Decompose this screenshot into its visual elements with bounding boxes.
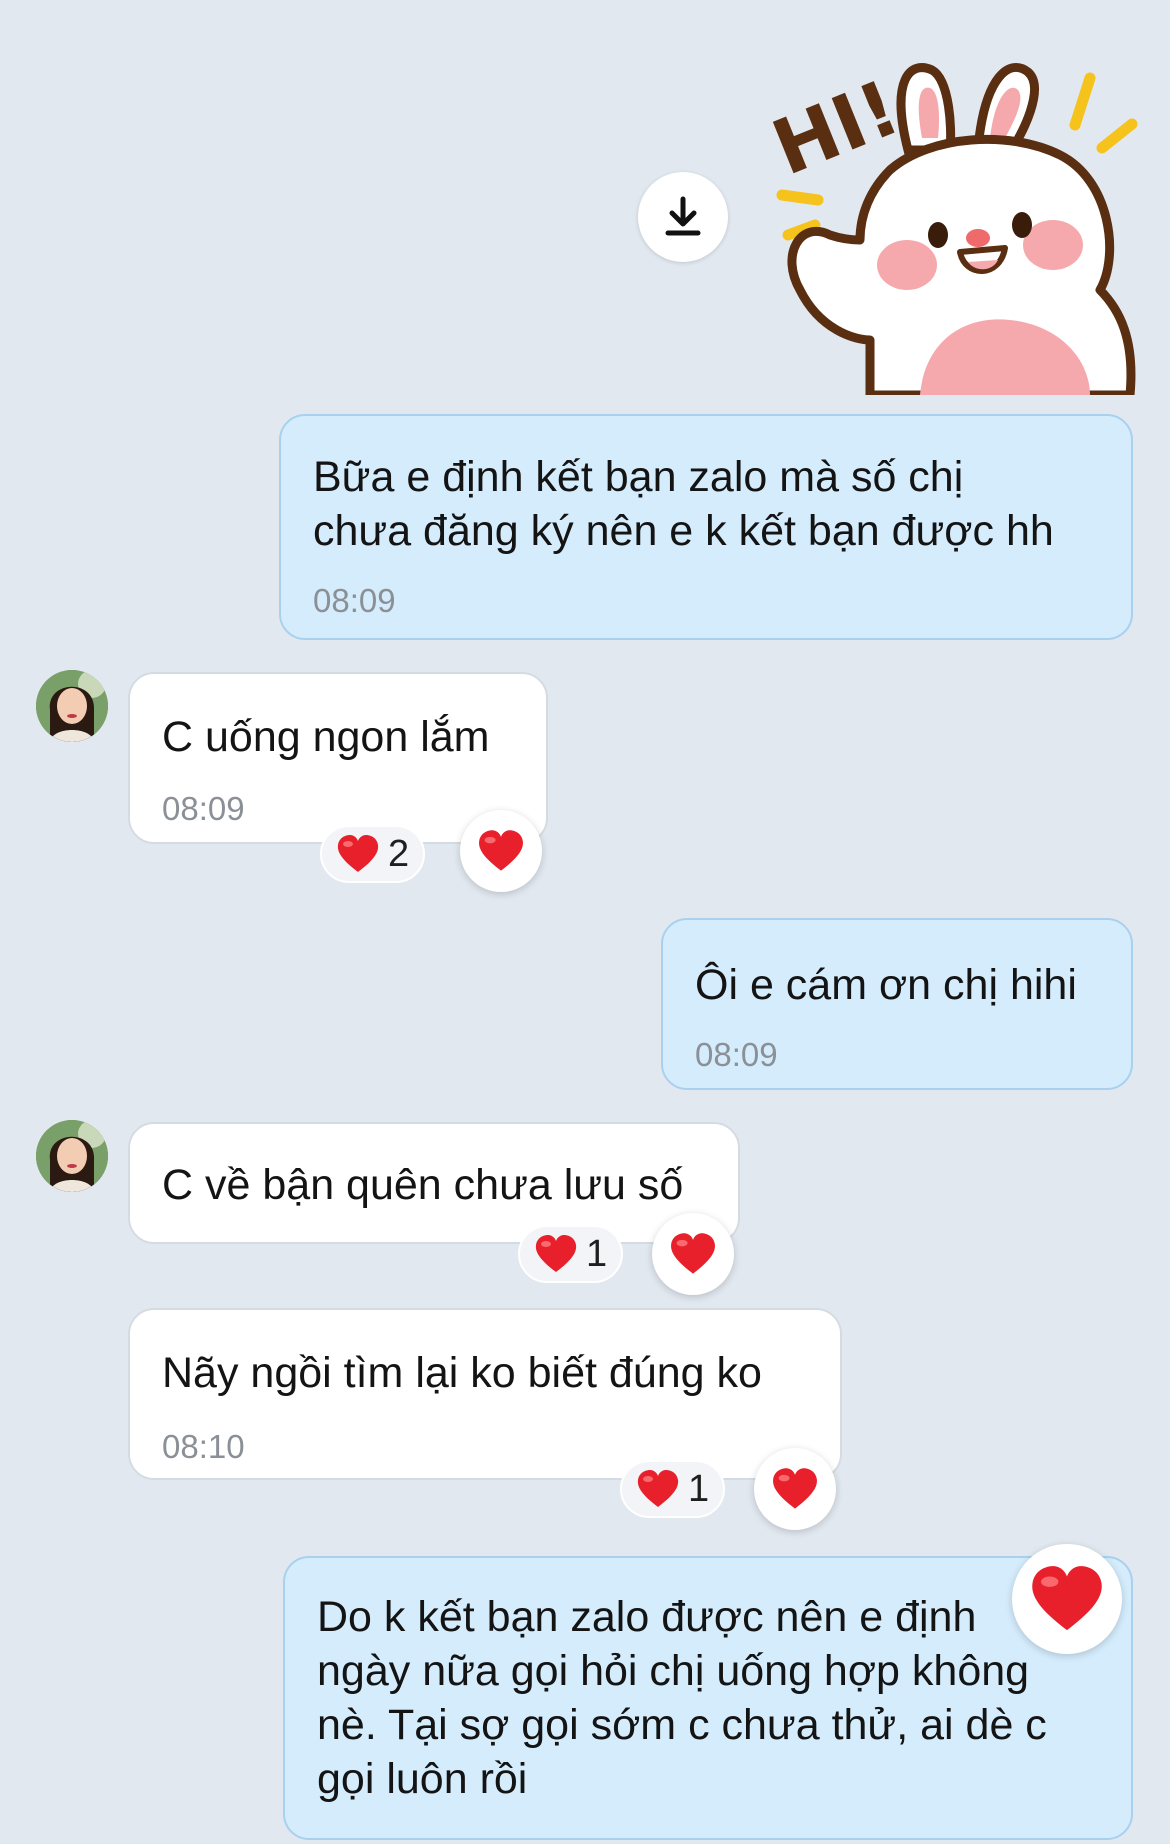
message-text: Nãy ngồi tìm lại ko biết đúng ko [162, 1349, 762, 1397]
message-time: 08:10 [162, 1428, 245, 1465]
message-bubble-outgoing[interactable]: Bữa e định kết bạn zalo mà số chị chưa đ… [279, 414, 1133, 640]
reaction-count: 1 [586, 1232, 608, 1275]
message-text: C về bận quên chưa lưu số [162, 1161, 684, 1209]
heart-icon [534, 1234, 578, 1274]
heart-icon [336, 834, 380, 874]
message-time: 08:09 [162, 790, 245, 827]
heart-icon [636, 1469, 680, 1509]
reaction-summary[interactable]: 2 [320, 825, 426, 883]
avatar[interactable] [36, 670, 108, 742]
reaction-count: 1 [688, 1467, 710, 1510]
message-text: Ôi e cám ơn chị hihi [695, 961, 1077, 1009]
message-bubble-outgoing[interactable]: Ôi e cám ơn chị hihi 08:09 [661, 918, 1133, 1090]
message-text: Do k kết bạn zalo được nên e định ngày n… [317, 1593, 1047, 1803]
reaction-summary[interactable]: 1 [620, 1460, 726, 1518]
reaction-count: 2 [388, 832, 410, 875]
react-heart-button[interactable] [1012, 1544, 1122, 1654]
heart-icon [771, 1467, 819, 1511]
message-text: C uống ngon lắm [162, 713, 490, 761]
download-button[interactable] [638, 172, 728, 262]
avatar[interactable] [36, 1120, 108, 1192]
react-heart-button[interactable] [460, 810, 542, 892]
heart-icon [669, 1232, 717, 1276]
message-bubble-incoming[interactable]: Nãy ngồi tìm lại ko biết đúng ko 08:10 [128, 1308, 842, 1480]
message-time: 08:09 [313, 582, 396, 619]
message-time: 08:09 [695, 1036, 778, 1073]
react-heart-button[interactable] [652, 1213, 734, 1295]
heart-icon [1029, 1564, 1105, 1634]
message-bubble-outgoing[interactable]: Do k kết bạn zalo được nên e định ngày n… [283, 1556, 1133, 1840]
message-bubble-incoming[interactable]: C về bận quên chưa lưu số [128, 1122, 740, 1244]
download-icon [665, 196, 701, 236]
react-heart-button[interactable] [754, 1448, 836, 1530]
message-text: Bữa e định kết bạn zalo mà số chị chưa đ… [313, 453, 1054, 555]
reaction-summary[interactable]: 1 [518, 1225, 624, 1283]
heart-icon [477, 829, 525, 873]
hi-bunny-sticker[interactable]: HI! [760, 40, 1140, 400]
